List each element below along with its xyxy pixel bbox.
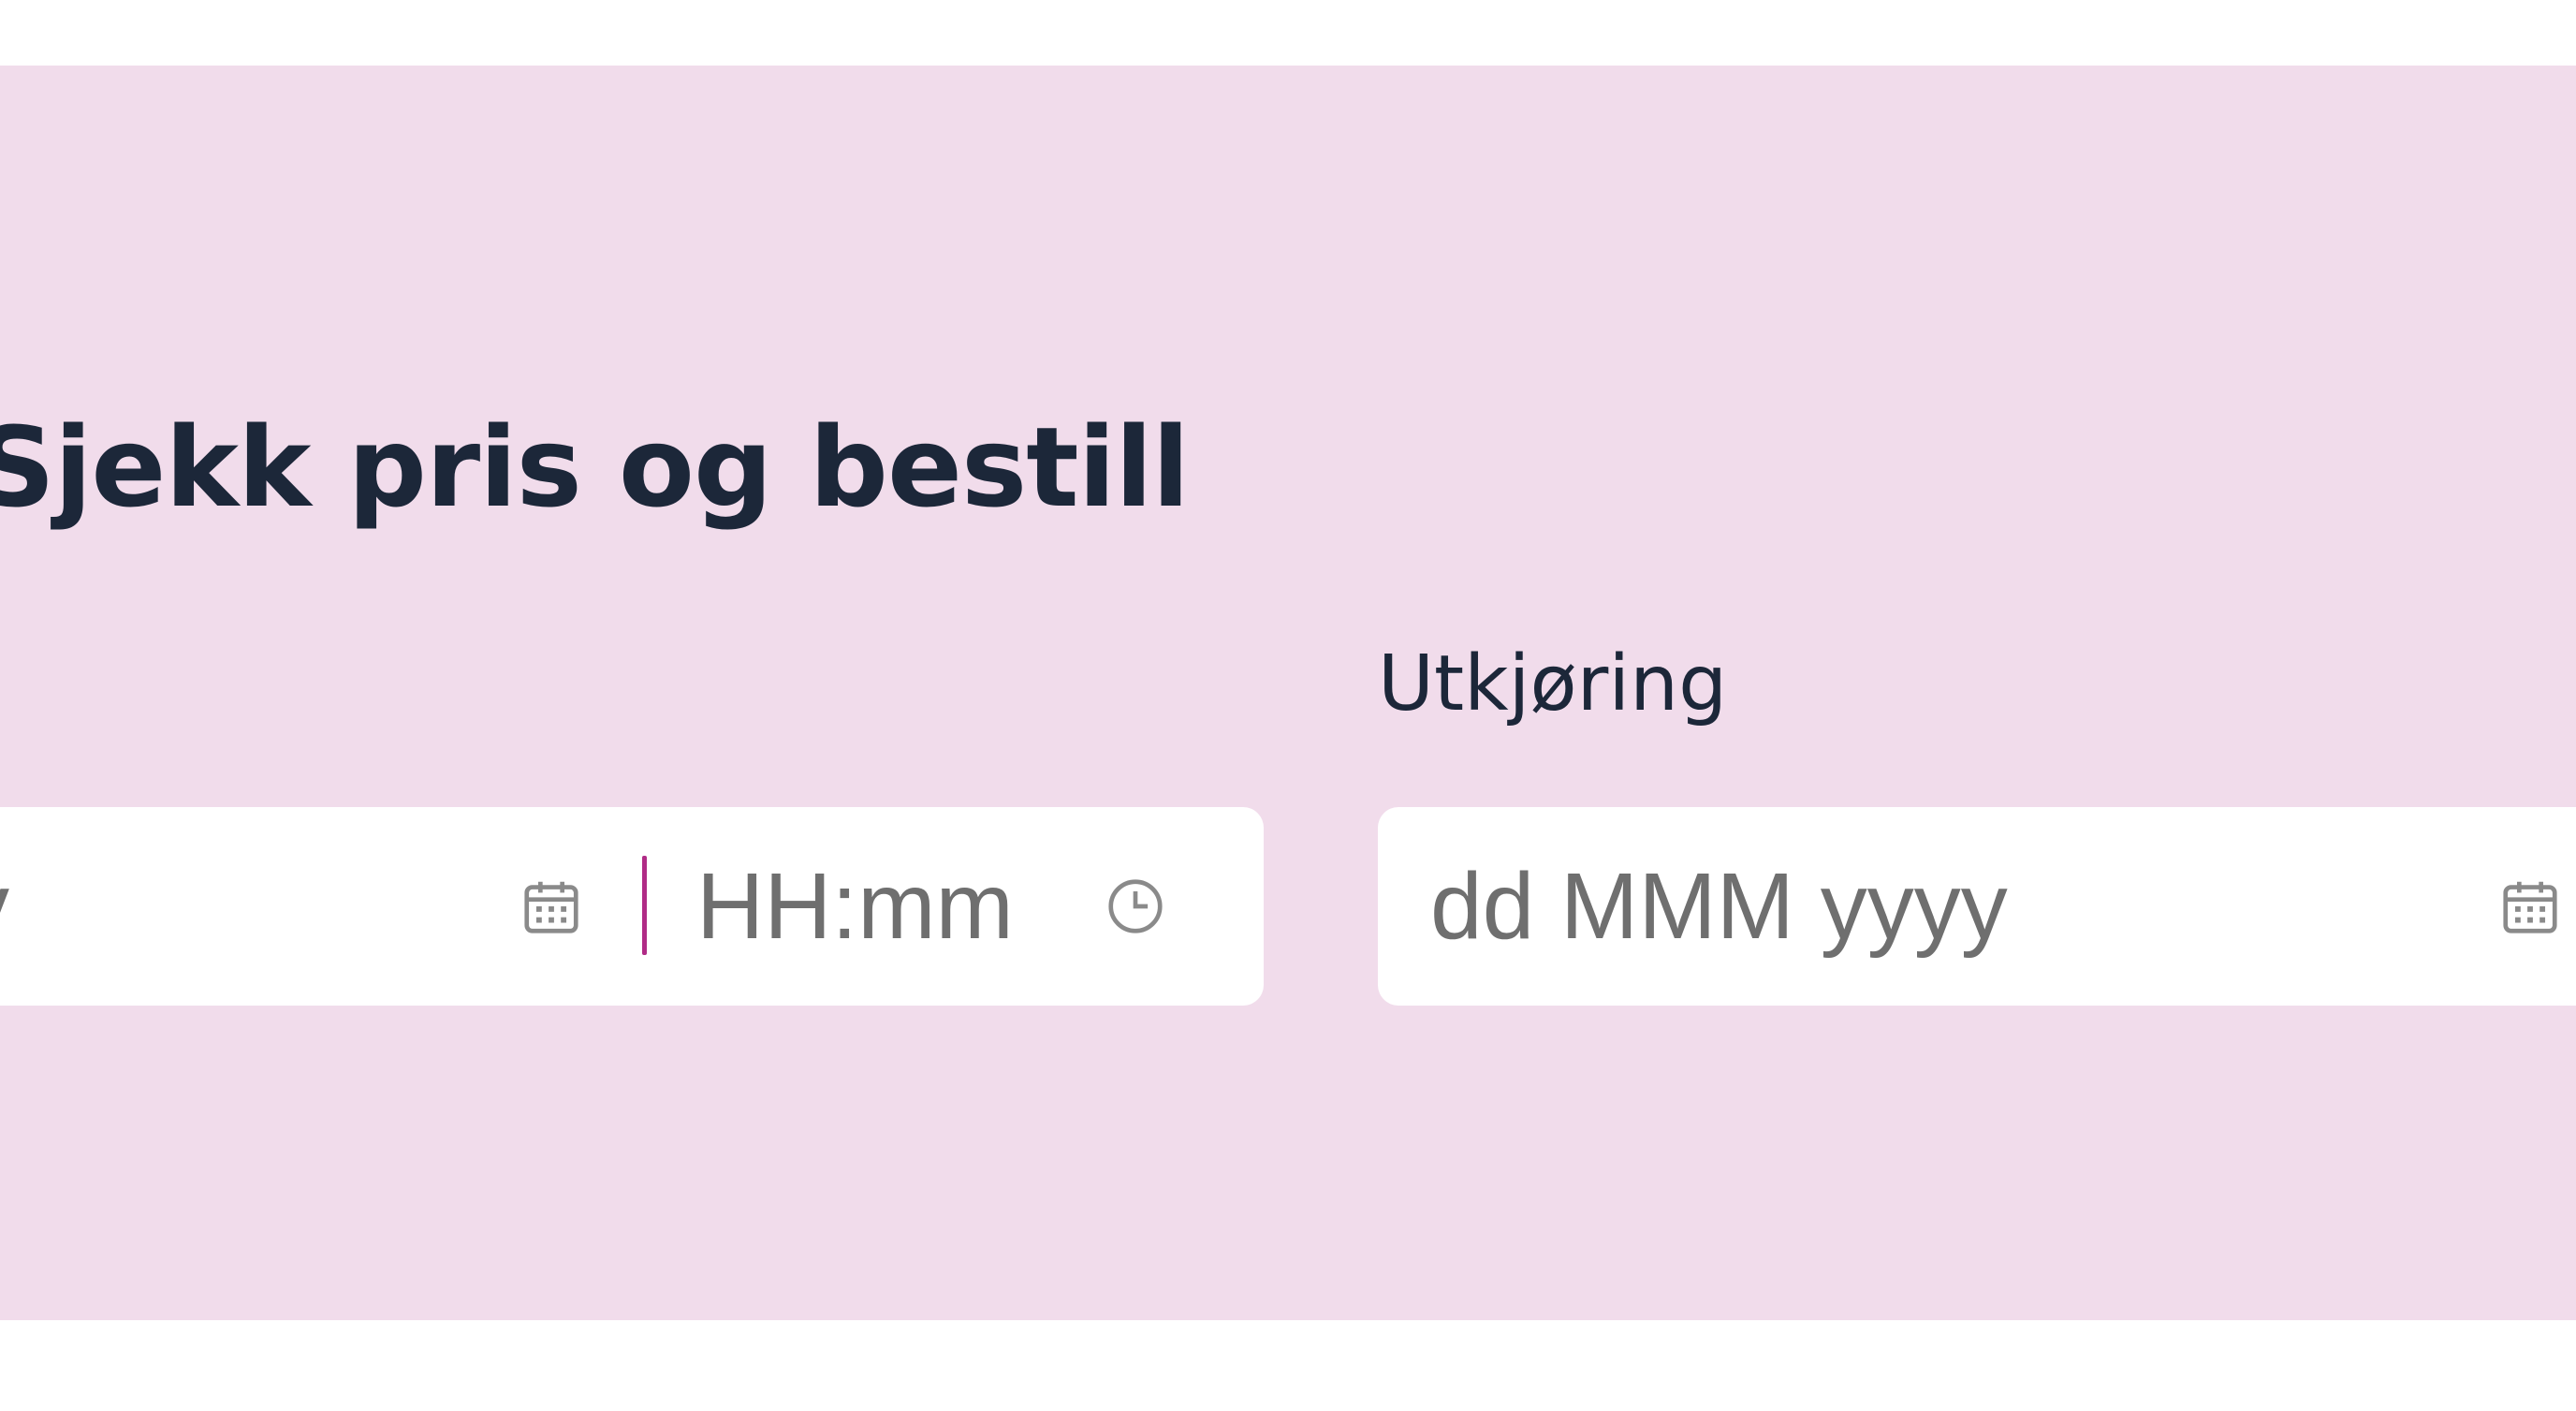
checkin-time-input[interactable]: HH:mm [696, 860, 1014, 953]
checkout-date-field: dd MMM yyyy [1378, 807, 2576, 1006]
clock-icon[interactable] [1103, 874, 1168, 939]
checkout-label: Utkjøring [1378, 639, 1728, 728]
page-title: Sjekk pris og bestill [0, 403, 1190, 532]
checkin-datetime-field: y HH:mm [0, 807, 1264, 1006]
calendar-icon[interactable] [519, 874, 584, 939]
field-divider [642, 856, 647, 955]
booking-panel: Sjekk pris og bestill y HH:mm [0, 66, 2576, 1320]
checkin-date-input[interactable]: y [0, 860, 9, 953]
checkout-date-input[interactable]: dd MMM yyyy [1430, 860, 2008, 953]
calendar-icon[interactable] [2497, 874, 2563, 939]
